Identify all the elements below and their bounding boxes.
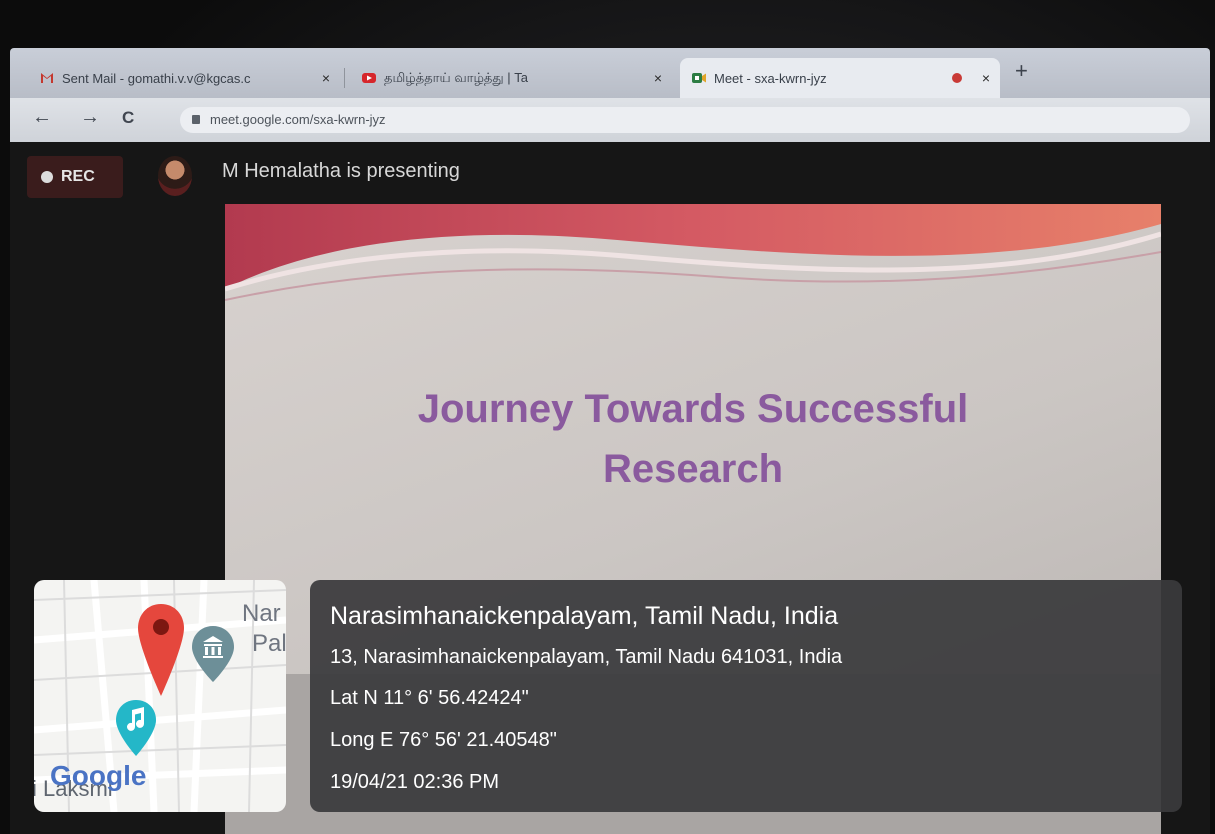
music-venue-icon [116, 700, 156, 756]
location-longitude: Long E 76° 56' 21.40548" [330, 729, 557, 751]
recording-label: REC [61, 168, 95, 185]
tab-label: தமிழ்த்தாய் வாழ்த்து | Ta [384, 69, 528, 85]
slide-title: Journey Towards Successful Research [225, 379, 1161, 499]
gmail-icon [41, 73, 53, 83]
record-dot-icon [41, 171, 53, 183]
location-info-panel: Narasimhanaickenpalayam, Tamil Nadu, Ind… [310, 580, 1182, 812]
recording-badge: REC [27, 156, 123, 198]
presenting-label: M Hemalatha is presenting [222, 160, 460, 182]
slide-title-line-2: Research [602, 447, 784, 491]
slide-header-wave [225, 204, 1161, 301]
tab-label: Meet - sxa-kwrn-jyz [714, 70, 827, 86]
photo: Sent Mail - gomathi.v.v@kgcas.c × தமிழ்த… [0, 0, 1215, 834]
slide-title-line-1: Journey Towards Successful [417, 387, 969, 431]
url-text: meet.google.com/sxa-kwrn-jyz [210, 112, 386, 127]
tab-tamil-song[interactable]: தமிழ்த்தாய் வாழ்த்து | Ta × [350, 58, 672, 98]
forward-arrow-icon[interactable]: → [80, 106, 100, 129]
meet-icon [692, 73, 706, 83]
address-bar: ← → C meet.google.com/sxa-kwrn-jyz [10, 98, 1210, 142]
reload-icon[interactable]: C [122, 108, 134, 128]
recording-indicator-icon [952, 73, 962, 83]
tab-meet[interactable]: Meet - sxa-kwrn-jyz × [680, 58, 1000, 98]
browser-tab-strip: Sent Mail - gomathi.v.v@kgcas.c × தமிழ்த… [10, 48, 1210, 98]
tab-divider [344, 68, 345, 88]
location-title: Narasimhanaickenpalayam, Tamil Nadu, Ind… [330, 602, 839, 630]
tab-sent-mail[interactable]: Sent Mail - gomathi.v.v@kgcas.c × [28, 58, 340, 98]
google-logo: Google [50, 760, 147, 791]
location-address: 13, Narasimhanaickenpalayam, Tamil Nadu … [330, 646, 843, 668]
museum-icon [192, 626, 234, 682]
map-place-label: Pal [252, 630, 286, 657]
map-place-label: Nar [242, 600, 281, 627]
new-tab-button[interactable]: + [1015, 58, 1028, 84]
map-pin-icon [138, 604, 184, 696]
close-tab-icon[interactable]: × [322, 70, 330, 86]
close-tab-icon[interactable]: × [654, 70, 662, 86]
location-latitude: Lat N 11° 6' 56.42424" [330, 687, 529, 709]
tab-label: Sent Mail - gomathi.v.v@kgcas.c [62, 70, 251, 86]
location-map-thumbnail: Nar Pal i Laksmi Google [34, 580, 286, 812]
close-tab-icon[interactable]: × [982, 70, 990, 86]
url-field[interactable]: meet.google.com/sxa-kwrn-jyz [180, 107, 1190, 133]
location-datetime: 19/04/21 02:36 PM [330, 771, 500, 793]
back-arrow-icon[interactable]: ← [32, 106, 52, 129]
youtube-icon [362, 73, 376, 83]
lock-icon [192, 115, 200, 124]
presenter-avatar [158, 156, 192, 196]
